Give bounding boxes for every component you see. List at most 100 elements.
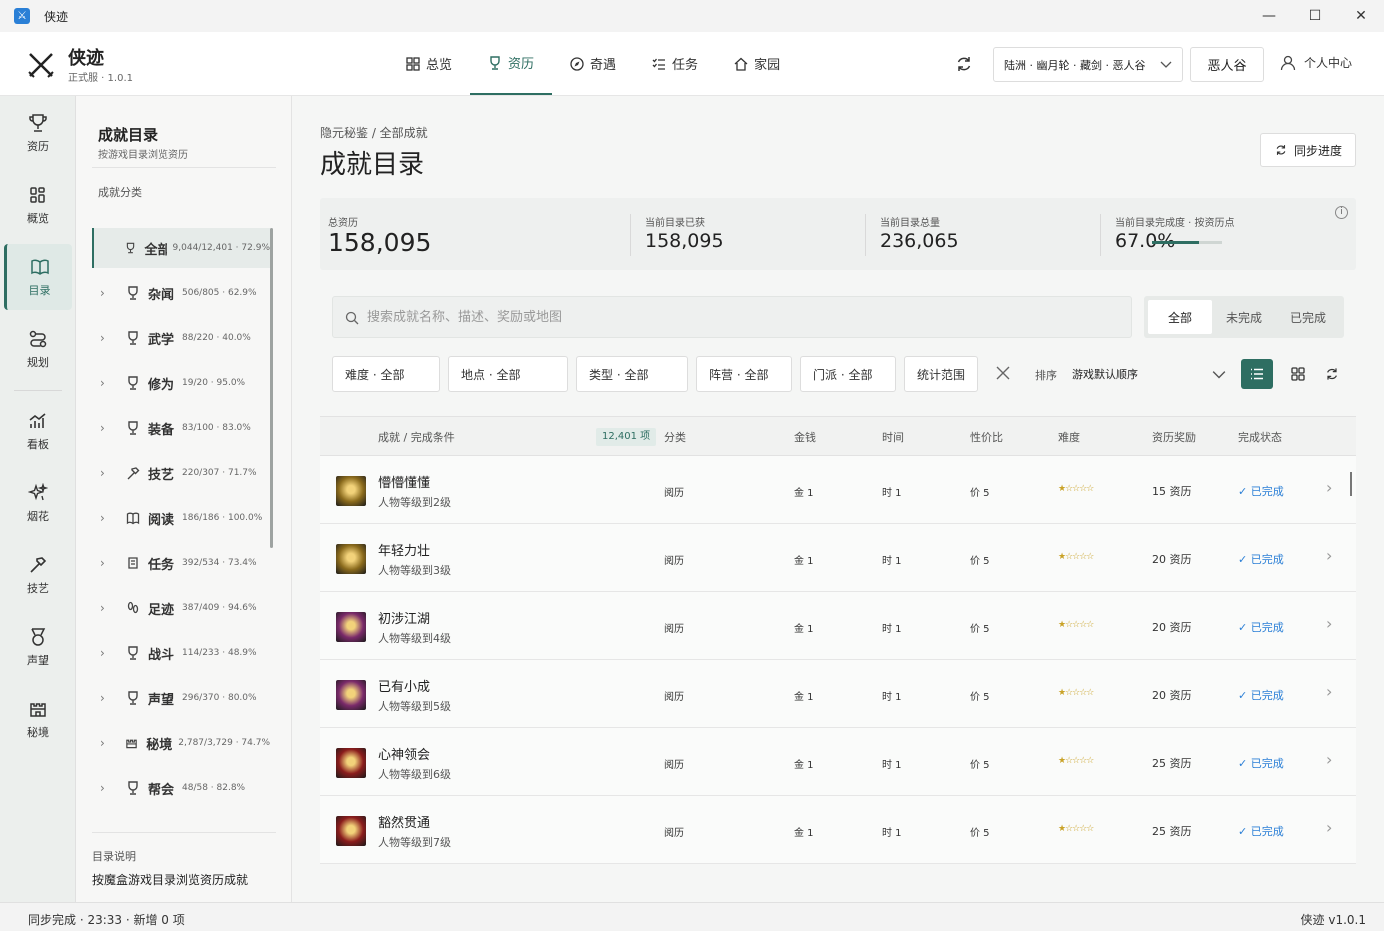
category-item[interactable]: › 技艺 220/307 · 71.7% <box>92 453 270 493</box>
server-select[interactable]: 陆洲 · 幽月轮 · 藏剑 · 恶人谷 <box>993 47 1183 82</box>
chevron-right-icon[interactable]: › <box>100 286 112 300</box>
rail-item-dungeon[interactable]: 秘境 <box>4 686 72 752</box>
table-row[interactable]: 已有小成 人物等级到5级 阅历 金 1 时 1 价 5 ★☆☆☆☆ 20 资历 ✓ 已完成 › <box>320 660 1356 728</box>
filter-difficulty[interactable]: 难度 · 全部 <box>332 356 440 392</box>
chevron-right-icon[interactable]: › <box>100 601 112 615</box>
scrollbar[interactable] <box>270 228 273 548</box>
col-time[interactable]: 时间 <box>882 429 904 445</box>
chevron-right-icon[interactable]: › <box>1326 682 1332 701</box>
rail-item-reputation[interactable]: 声望 <box>4 614 72 680</box>
filter-type[interactable]: 类型 · 全部 <box>576 356 688 392</box>
chevron-right-icon[interactable]: › <box>100 781 112 795</box>
money-cell: 金 1 <box>794 828 814 839</box>
category-stat: 220/307 · 71.7% <box>182 468 257 478</box>
chevron-right-icon[interactable]: › <box>1326 614 1332 633</box>
status-badge: ✓ 已完成 <box>1238 621 1284 634</box>
segment-incomplete[interactable]: 未完成 <box>1212 300 1276 334</box>
nav-qualification[interactable]: 资历 <box>470 32 553 95</box>
col-name[interactable]: 成就 / 完成条件 <box>378 429 455 445</box>
col-difficulty[interactable]: 难度 <box>1058 429 1080 445</box>
stat-label: 当前目录完成度 · 按资历点 <box>1115 218 1235 229</box>
rail-label: 目录 <box>28 283 51 297</box>
filter-location[interactable]: 地点 · 全部 <box>448 356 568 392</box>
col-status[interactable]: 完成状态 <box>1238 429 1282 445</box>
category-item[interactable]: › 战斗 114/233 · 48.9% <box>92 633 270 673</box>
search-input[interactable] <box>367 297 1107 337</box>
refresh-icon[interactable] <box>954 54 974 74</box>
col-category[interactable]: 分类 <box>664 429 686 445</box>
brand-name: 侠迹 <box>68 48 104 69</box>
profile-link[interactable]: 个人中心 <box>1280 54 1352 71</box>
chevron-right-icon[interactable]: › <box>1326 818 1332 837</box>
table-row[interactable]: 懵懵懂懂 人物等级到2级 阅历 金 1 时 1 价 5 ★☆☆☆☆ 15 资历 ✓ 已完成 › <box>320 456 1356 524</box>
reload-button[interactable] <box>1316 359 1348 389</box>
nav-tasks[interactable]: 任务 <box>634 32 716 95</box>
chevron-right-icon[interactable]: › <box>100 646 112 660</box>
category-item[interactable]: › 装备 83/100 · 83.0% <box>92 408 270 448</box>
col-money[interactable]: 金钱 <box>794 429 816 445</box>
chevron-right-icon[interactable]: › <box>1326 546 1332 565</box>
category-item[interactable]: › 杂闻 506/805 · 62.9% <box>92 273 270 313</box>
category-item[interactable]: › 声望 296/370 · 80.0% <box>92 678 270 718</box>
scrollbar[interactable] <box>1350 472 1352 496</box>
category-item[interactable]: › 秘境 2,787/3,729 · 74.7% <box>92 723 270 763</box>
chevron-right-icon[interactable]: › <box>100 511 112 525</box>
chevron-right-icon[interactable]: › <box>100 691 112 705</box>
rail-item-qualification[interactable]: 资历 <box>4 100 72 166</box>
segment-complete[interactable]: 已完成 <box>1276 300 1340 334</box>
chevron-right-icon[interactable]: › <box>100 556 112 570</box>
list-view-button[interactable] <box>1241 359 1273 389</box>
table-row[interactable]: 初涉江湖 人物等级到4级 阅历 金 1 时 1 价 5 ★☆☆☆☆ 20 资历 ✓ 已完成 › <box>320 592 1356 660</box>
filter-school[interactable]: 门派 · 全部 <box>800 356 896 392</box>
breadcrumb[interactable]: 隐元秘鉴 / 全部成就 <box>320 124 428 141</box>
achievement-condition: 人物等级到4级 <box>378 632 451 645</box>
rail-item-firework[interactable]: 烟花 <box>4 470 72 536</box>
book-icon <box>30 259 49 275</box>
col-reward[interactable]: 资历奖励 <box>1152 429 1196 445</box>
rail-item-catalog[interactable]: 目录 <box>4 244 72 310</box>
nav-home[interactable]: 家园 <box>716 32 798 95</box>
rail-item-plan[interactable]: 规划 <box>4 316 72 382</box>
chevron-right-icon[interactable]: › <box>1326 478 1332 497</box>
table-row[interactable]: 年轻力壮 人物等级到3级 阅历 金 1 时 1 价 5 ★☆☆☆☆ 20 资历 ✓ 已完成 › <box>320 524 1356 592</box>
table-row[interactable]: 豁然贯通 人物等级到7级 阅历 金 1 时 1 价 5 ★☆☆☆☆ 25 资历 ✓ 已完成 › <box>320 796 1356 864</box>
difficulty-stars: ★☆☆☆☆ <box>1058 824 1094 834</box>
achievement-name: 豁然贯通 <box>378 816 431 831</box>
chevron-right-icon[interactable]: › <box>100 736 111 750</box>
chevron-right-icon[interactable]: › <box>100 421 112 435</box>
category-item[interactable]: › 修为 19/20 · 95.0% <box>92 363 270 403</box>
category-item[interactable]: › 足迹 387/409 · 94.6% <box>92 588 270 628</box>
filter-scope[interactable]: 统计范围 <box>904 356 978 392</box>
rail-item-craft[interactable]: 技艺 <box>4 542 72 608</box>
chevron-right-icon[interactable]: › <box>100 376 112 390</box>
sort-select[interactable]: 游戏默认顺序 <box>1072 356 1232 392</box>
category-item[interactable]: › 帮会 48/58 · 82.8% <box>92 768 270 808</box>
category-item[interactable]: › 阅读 186/186 · 100.0% <box>92 498 270 538</box>
col-value[interactable]: 性价比 <box>970 429 1003 445</box>
category-item[interactable]: › 武学 88/220 · 40.0% <box>92 318 270 358</box>
clear-filters-icon[interactable] <box>994 364 1012 382</box>
nav-overview[interactable]: 总览 <box>388 32 470 95</box>
info-icon[interactable]: i <box>1335 206 1348 219</box>
close-icon[interactable]: ✕ <box>1338 0 1384 32</box>
rail-item-overview[interactable]: 概览 <box>4 172 72 238</box>
category-item[interactable]: › 任务 392/534 · 73.4% <box>92 543 270 583</box>
chevron-right-icon[interactable]: › <box>100 466 112 480</box>
sync-progress-button[interactable]: 同步进度 <box>1260 133 1356 167</box>
grid-view-button[interactable] <box>1282 359 1314 389</box>
achievement-condition: 人物等级到5级 <box>378 700 451 713</box>
nav-adventure[interactable]: 奇遇 <box>552 32 634 95</box>
category-item[interactable]: 全部 9,044/12,401 · 72.9% <box>92 228 270 268</box>
segment-all[interactable]: 全部 <box>1148 300 1212 334</box>
achievement-name: 心神领会 <box>378 748 431 763</box>
filter-camp[interactable]: 阵营 · 全部 <box>696 356 792 392</box>
search-box <box>332 296 1132 338</box>
chevron-right-icon[interactable]: › <box>100 331 112 345</box>
nav-label: 家园 <box>754 58 781 73</box>
chevron-right-icon[interactable]: › <box>1326 750 1332 769</box>
camp-button[interactable]: 恶人谷 <box>1190 47 1264 82</box>
rail-item-dashboard[interactable]: 看板 <box>4 398 72 464</box>
table-row[interactable]: 心神领会 人物等级到6级 阅历 金 1 时 1 价 5 ★☆☆☆☆ 25 资历 ✓ 已完成 › <box>320 728 1356 796</box>
maximize-icon[interactable]: ☐ <box>1292 0 1338 32</box>
minimize-icon[interactable]: — <box>1246 0 1292 32</box>
